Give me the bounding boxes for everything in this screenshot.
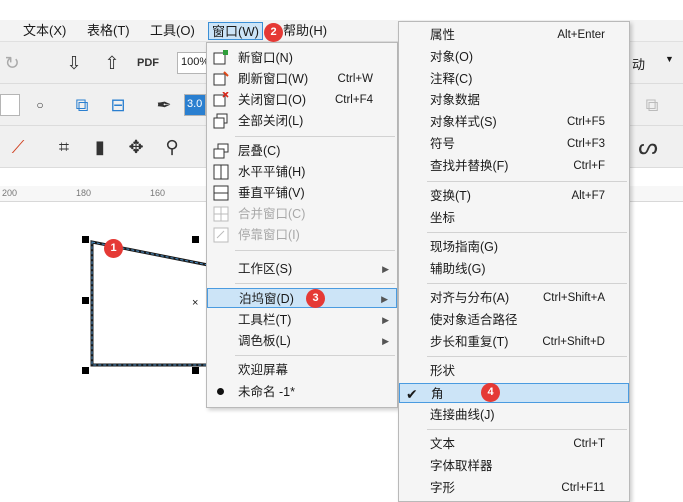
menu-item-new-window[interactable]: 新窗口(N) — [207, 48, 397, 68]
snap-label: 动 — [632, 57, 646, 72]
menu-tools[interactable]: 工具(O) — [147, 22, 198, 40]
tile-horizontal-icon — [213, 164, 229, 180]
submenu-arrow-icon: ▶ — [382, 315, 389, 325]
menu-item-cascade[interactable]: 层叠(C) — [207, 141, 397, 161]
menu-item-tile-horizontal[interactable]: 水平平铺(H) — [207, 162, 397, 182]
menu-item-symbols[interactable]: 符号 Ctrl+F3 — [399, 134, 629, 154]
mirror-icon[interactable]: ⧉ — [70, 93, 94, 117]
step-badge-2: 2 — [264, 23, 283, 42]
menu-item-glyphs[interactable]: 字形 Ctrl+F11 — [399, 478, 629, 498]
outline-width-field[interactable]: 3.0 — [184, 94, 206, 116]
menu-help[interactable]: 帮助(H) — [280, 22, 330, 40]
window-menu: 新窗口(N) 刷新窗口(W) Ctrl+W 关闭窗口(O) Ctrl+F4 全部… — [206, 42, 398, 408]
selection-handle[interactable] — [82, 236, 89, 243]
menu-item-tile-vertical[interactable]: 垂直平铺(V) — [207, 183, 397, 203]
selection-handle[interactable] — [82, 367, 89, 374]
submenu-arrow-icon: ▶ — [382, 336, 389, 346]
menu-item-fit-to-path[interactable]: 使对象适合路径 — [399, 310, 629, 330]
close-window-icon — [213, 92, 229, 107]
zoom-field[interactable]: 100% — [177, 52, 209, 74]
tile-vertical-icon — [213, 185, 229, 201]
merge-windows-icon — [213, 206, 229, 222]
menu-item-transform[interactable]: 变换(T) Alt+F7 — [399, 186, 629, 206]
menu-item-dock-window[interactable]: 停靠窗口(I) — [207, 225, 397, 245]
menu-separator — [235, 136, 395, 137]
step-badge-1: 1 — [104, 239, 123, 258]
step-badge-4: 4 — [481, 383, 500, 402]
menu-item-close-window[interactable]: 关闭窗口(O) Ctrl+F4 — [207, 90, 397, 110]
knife-icon[interactable]: ⚲ — [160, 135, 184, 159]
curve-icon[interactable]: ᔕ — [636, 135, 660, 159]
menu-separator — [235, 250, 395, 251]
menu-item-hints[interactable]: 现场指南(G) — [399, 237, 629, 257]
menu-item-merge-windows[interactable]: 合并窗口(C) — [207, 204, 397, 224]
size-field[interactable] — [0, 94, 20, 116]
close-all-icon — [213, 113, 228, 129]
menu-item-objects[interactable]: 对象(O) — [399, 47, 629, 67]
dockers-submenu: 属性 Alt+Enter 对象(O) 注释(C) 对象数据 对象样式(S) Ct… — [398, 21, 630, 502]
import-icon[interactable]: ⇩ — [62, 51, 86, 75]
menu-item-welcome-screen[interactable]: 欢迎屏幕 — [207, 360, 397, 380]
menu-separator — [427, 356, 627, 357]
menu-item-workspace[interactable]: 工作区(S) ▶ — [207, 259, 397, 279]
menu-separator — [427, 181, 627, 182]
align-icon[interactable]: ⊟ — [106, 93, 130, 117]
menu-separator — [427, 429, 627, 430]
selection-handle[interactable] — [82, 297, 89, 304]
submenu-arrow-icon: ▶ — [381, 294, 388, 304]
new-window-icon — [213, 50, 228, 65]
move-icon[interactable]: ✥ — [124, 135, 148, 159]
menu-separator — [427, 283, 627, 284]
menu-item-close-all[interactable]: 全部关闭(L) — [207, 111, 397, 131]
menu-item-guidelines[interactable]: 辅助线(G) — [399, 259, 629, 279]
refresh-window-icon — [213, 71, 229, 86]
dock-window-icon — [213, 227, 229, 243]
menu-item-shape[interactable]: 形状 — [399, 361, 629, 381]
menu-window[interactable]: 窗口(W) — [208, 22, 263, 40]
pen-icon[interactable]: ✒ — [152, 93, 176, 117]
submenu-arrow-icon: ▶ — [382, 264, 389, 274]
connector-icon[interactable]: ⟋ — [6, 135, 30, 159]
circle-icon[interactable]: ○ — [28, 93, 52, 117]
menu-item-dockers[interactable]: 泊坞窗(D) ▶ — [207, 288, 397, 308]
menu-item-corner[interactable]: ✔ 角 — [399, 383, 629, 403]
eraser-icon[interactable]: ▮ — [88, 135, 112, 159]
chevron-down-icon[interactable]: ▼ — [665, 54, 674, 64]
menu-item-refresh-window[interactable]: 刷新窗口(W) Ctrl+W — [207, 69, 397, 89]
menu-separator — [235, 283, 395, 284]
redo-icon[interactable]: ↻ — [0, 51, 24, 75]
menu-item-toolbars[interactable]: 工具栏(T) ▶ — [207, 310, 397, 330]
menu-item-find-replace[interactable]: 查找并替换(F) Ctrl+F — [399, 156, 629, 176]
crop-icon[interactable]: ⌗ — [52, 135, 76, 159]
menu-item-connector-curve[interactable]: 连接曲线(J) — [399, 405, 629, 425]
menu-table[interactable]: 表格(T) — [84, 22, 133, 40]
selection-handle[interactable] — [192, 367, 199, 374]
menu-item-properties[interactable]: 属性 Alt+Enter — [399, 25, 629, 45]
menu-separator — [235, 355, 395, 356]
menu-item-document-untitled[interactable]: 未命名 -1* — [207, 382, 397, 402]
selection-handle[interactable] — [192, 236, 199, 243]
menu-item-comments[interactable]: 注释(C) — [399, 69, 629, 89]
active-document-bullet-icon — [217, 388, 224, 395]
drawing-shape[interactable] — [0, 203, 210, 378]
menu-item-text[interactable]: 文本 Ctrl+T — [399, 434, 629, 454]
checkmark-icon: ✔ — [406, 386, 418, 402]
menu-item-coordinates[interactable]: 坐标 — [399, 208, 629, 228]
menu-item-object-styles[interactable]: 对象样式(S) Ctrl+F5 — [399, 112, 629, 132]
menu-item-step-repeat[interactable]: 步长和重复(T) Ctrl+Shift+D — [399, 332, 629, 352]
menu-text[interactable]: 文本(X) — [20, 22, 69, 40]
step-badge-3: 3 — [306, 289, 325, 308]
convert-icon[interactable]: ⧉ — [640, 93, 664, 117]
menu-separator — [427, 232, 627, 233]
center-mark: × — [192, 297, 199, 309]
menu-item-palettes[interactable]: 调色板(L) ▶ — [207, 331, 397, 351]
cascade-icon — [213, 143, 229, 159]
export-icon[interactable]: ⇧ — [100, 51, 124, 75]
menu-item-font-sampler[interactable]: 字体取样器 — [399, 456, 629, 476]
pdf-icon[interactable]: PDF — [136, 51, 160, 75]
menu-item-align-distribute[interactable]: 对齐与分布(A) Ctrl+Shift+A — [399, 288, 629, 308]
menu-item-object-data[interactable]: 对象数据 — [399, 90, 629, 110]
